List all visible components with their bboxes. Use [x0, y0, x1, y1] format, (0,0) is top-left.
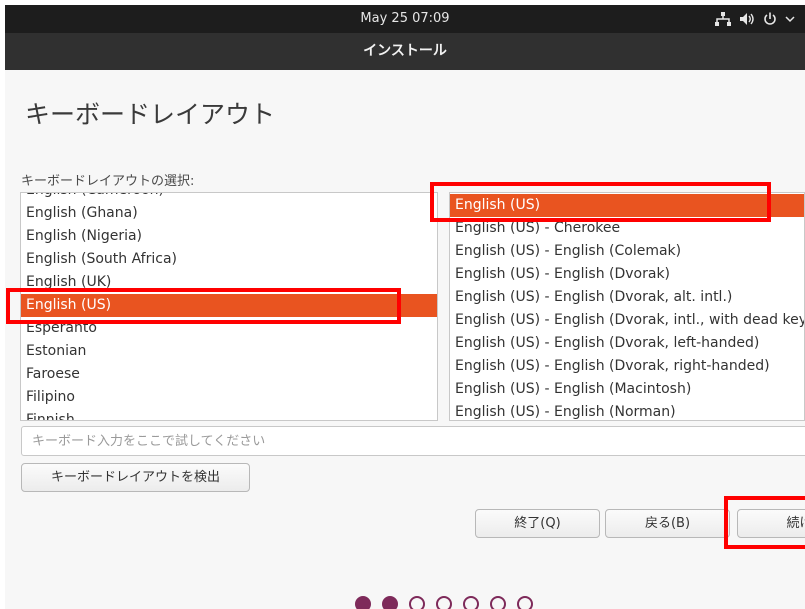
highlight-continue-annotation: [724, 496, 805, 549]
variant-item[interactable]: English (US) - English (Dvorak, alt. int…: [450, 286, 804, 309]
back-button[interactable]: 戻る(B): [605, 509, 730, 538]
quit-button[interactable]: 終了(Q): [475, 509, 600, 538]
list-item[interactable]: Estonian: [21, 340, 437, 363]
list-item[interactable]: Finnish: [21, 409, 437, 420]
list-item[interactable]: English (South Africa): [21, 248, 437, 271]
power-icon: [764, 12, 776, 25]
clock[interactable]: May 25 07:09: [5, 5, 805, 33]
progress-dot: [463, 596, 479, 609]
variant-item[interactable]: English (US) - English (Dvorak, right-ha…: [450, 355, 804, 378]
progress-dot: [490, 596, 506, 609]
progress-dot: [409, 596, 425, 609]
variant-item[interactable]: English (US) - English (Macintosh): [450, 378, 804, 401]
list-item[interactable]: English (Nigeria): [21, 225, 437, 248]
list-item[interactable]: English (Cameroon): [21, 193, 437, 202]
variant-item[interactable]: English (US) - English (Colemak): [450, 240, 804, 263]
layout-list-label: キーボードレイアウトの選択:: [21, 174, 195, 189]
progress-dots: [355, 596, 533, 609]
progress-dot: [517, 596, 533, 609]
top-bar: May 25 07:09: [5, 5, 805, 33]
page-title: キーボードレイアウト: [25, 100, 276, 129]
chevron-down-icon: [785, 16, 795, 23]
variant-item[interactable]: English (US) - English (Dvorak): [450, 263, 804, 286]
highlight-layout-annotation: [6, 288, 401, 324]
progress-dot: [355, 596, 371, 609]
variant-item[interactable]: English (US) - English (Norman): [450, 401, 804, 420]
volume-icon: [740, 13, 754, 25]
detect-layout-button[interactable]: キーボードレイアウトを検出: [21, 463, 250, 492]
keyboard-variant-list[interactable]: English (US) English (US) - Cherokee Eng…: [449, 192, 805, 421]
variant-item[interactable]: English (US) - English (Dvorak, intl., w…: [450, 309, 804, 332]
window-title: インストール: [5, 33, 805, 70]
system-tray[interactable]: [715, 5, 795, 33]
progress-dot: [436, 596, 452, 609]
list-item[interactable]: Filipino: [21, 386, 437, 409]
progress-dot: [382, 596, 398, 609]
highlight-variant-annotation: [430, 182, 771, 222]
keyboard-test-input[interactable]: [21, 426, 805, 456]
list-item[interactable]: Faroese: [21, 363, 437, 386]
list-item[interactable]: English (Ghana): [21, 202, 437, 225]
variant-item[interactable]: English (US) - English (Dvorak, left-han…: [450, 332, 804, 355]
network-icon: [715, 12, 731, 26]
